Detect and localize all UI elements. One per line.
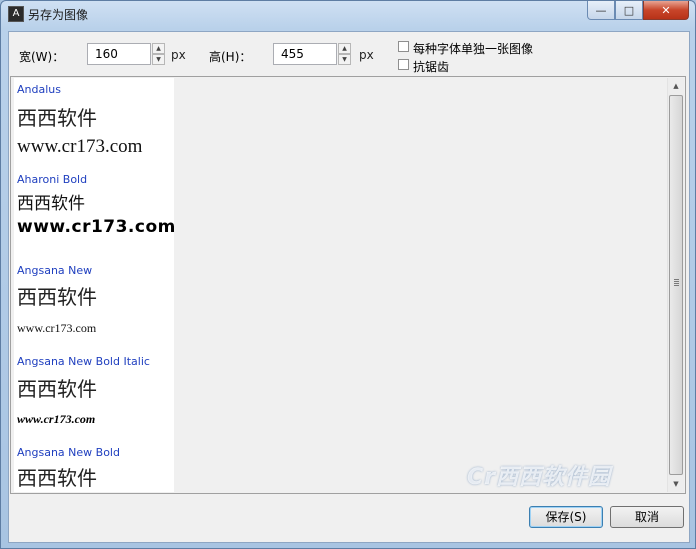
font-name-label: Angsana New	[17, 264, 93, 277]
font-preview-image: Andalus 西西软件 www.cr173.com Aharoni Bold …	[14, 78, 174, 492]
dialog-client-area: 宽(W)： 160 ▲ ▼ px 高(H)： 455 ▲ ▼ px 每种字体单独…	[8, 31, 690, 543]
size-options-toolbar: 宽(W)： 160 ▲ ▼ px 高(H)： 455 ▲ ▼ px 每种字体单独…	[9, 32, 689, 76]
spin-down-icon[interactable]: ▼	[152, 54, 165, 65]
window-title: 另存为图像	[28, 8, 89, 22]
per-font-checkbox[interactable]	[398, 41, 409, 52]
sample-url-text: www.cr173.com	[17, 412, 96, 426]
height-stepper[interactable]: ▲ ▼	[338, 43, 351, 65]
width-unit: px	[171, 48, 186, 62]
font-name-label: Angsana New Bold Italic	[17, 355, 150, 368]
height-input[interactable]: 455	[273, 43, 337, 65]
preview-panel: Andalus 西西软件 www.cr173.com Aharoni Bold …	[10, 76, 686, 494]
minimize-button[interactable]: —	[587, 1, 615, 20]
vertical-scrollbar[interactable]: ▲ ▼	[667, 78, 684, 492]
save-button[interactable]: 保存(S)	[529, 506, 603, 528]
antialias-checkbox[interactable]	[398, 59, 409, 70]
save-as-image-window: A 另存为图像 — □ ✕ 宽(W)： 160 ▲ ▼ px 高(H)： 455…	[0, 0, 696, 549]
sample-url-text: www.cr173.com	[17, 136, 143, 157]
scroll-down-icon[interactable]: ▼	[668, 476, 684, 492]
scrollbar-thumb[interactable]	[669, 95, 683, 475]
title-bar[interactable]: A 另存为图像 — □ ✕	[1, 1, 695, 27]
window-controls: — □ ✕	[587, 1, 689, 20]
sample-chinese-text: 西西软件	[17, 194, 85, 214]
maximize-icon: □	[623, 3, 635, 17]
grip-icon	[674, 279, 679, 286]
font-name-label: Aharoni Bold	[17, 173, 88, 186]
spin-up-icon[interactable]: ▲	[152, 43, 165, 54]
width-label: 宽(W)：	[19, 50, 65, 64]
minimize-icon: —	[595, 3, 607, 17]
close-button[interactable]: ✕	[643, 1, 689, 20]
width-input[interactable]: 160	[87, 43, 151, 65]
sample-chinese-text: 西西软件	[17, 106, 97, 130]
cancel-button[interactable]: 取消	[610, 506, 684, 528]
sample-chinese-text: 西西软件	[17, 377, 97, 401]
dialog-button-bar: 保存(S) 取消	[9, 498, 689, 542]
font-name-label: Andalus	[17, 83, 61, 96]
antialias-label[interactable]: 抗锯齿	[413, 58, 449, 75]
font-name-label: Angsana New Bold	[17, 446, 120, 459]
maximize-button[interactable]: □	[615, 1, 643, 20]
app-icon: A	[8, 6, 24, 22]
spin-up-icon[interactable]: ▲	[338, 43, 351, 54]
sample-chinese-text: 西西软件	[17, 466, 97, 490]
spin-down-icon[interactable]: ▼	[338, 54, 351, 65]
height-label: 高(H)：	[209, 50, 252, 64]
sample-url-text: www.cr173.com	[17, 217, 174, 237]
scroll-up-icon[interactable]: ▲	[668, 78, 684, 94]
sample-chinese-text: 西西软件	[17, 285, 97, 309]
close-icon: ✕	[661, 3, 671, 17]
per-font-label[interactable]: 每种字体单独一张图像	[413, 40, 533, 57]
height-unit: px	[359, 48, 374, 62]
sample-url-text: www.cr173.com	[17, 321, 97, 335]
width-stepper[interactable]: ▲ ▼	[152, 43, 165, 65]
